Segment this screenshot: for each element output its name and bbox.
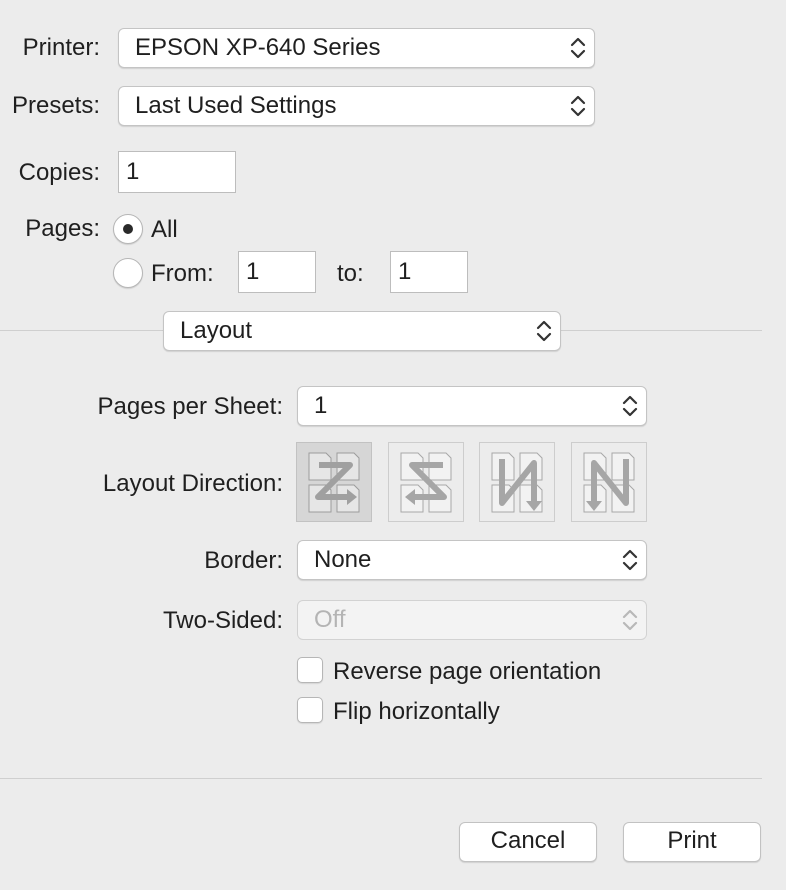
pages-all-radio[interactable]	[113, 214, 143, 244]
chevron-updown-icon	[622, 609, 638, 631]
n-top-bottom-icon	[583, 452, 635, 513]
flip-horizontally-checkbox[interactable]	[297, 697, 323, 723]
pages-from-field[interactable]: 1	[238, 251, 316, 293]
layout-direction-n-reverse-button[interactable]	[479, 442, 555, 522]
chevron-updown-icon	[570, 37, 586, 59]
cancel-button[interactable]: Cancel	[459, 822, 597, 862]
radio-selected-dot	[123, 224, 133, 234]
pages-from-label: From:	[151, 260, 214, 287]
separator	[0, 778, 762, 779]
chevron-updown-icon	[622, 395, 638, 417]
pages-to-field[interactable]: 1	[390, 251, 468, 293]
border-popup[interactable]: None	[297, 540, 647, 580]
layout-direction-s-button[interactable]	[388, 442, 464, 522]
printer-popup[interactable]: EPSON XP-640 Series	[118, 28, 595, 68]
z-left-right-down-icon	[308, 452, 360, 513]
presets-label: Presets:	[11, 92, 100, 119]
pages-to-label: to:	[337, 260, 364, 287]
layout-direction-label: Layout Direction:	[102, 470, 283, 497]
border-label: Border:	[204, 547, 283, 574]
two-sided-label: Two-Sided:	[162, 607, 283, 634]
reverse-orientation-label: Reverse page orientation	[333, 658, 602, 685]
n-reverse-top-bottom-icon	[491, 452, 543, 513]
section-popup[interactable]: Layout	[163, 311, 561, 351]
print-button[interactable]: Print	[623, 822, 761, 862]
copies-label: Copies:	[18, 159, 100, 186]
printer-label: Printer:	[22, 34, 100, 61]
pages-from-radio[interactable]	[113, 258, 143, 288]
pages-per-sheet-value: 1	[314, 392, 328, 419]
flip-horizontally-label: Flip horizontally	[333, 698, 500, 725]
layout-direction-n-button[interactable]	[571, 442, 647, 522]
separator	[0, 330, 163, 331]
presets-value: Last Used Settings	[135, 92, 337, 119]
pages-all-label: All	[151, 216, 178, 243]
presets-popup[interactable]: Last Used Settings	[118, 86, 595, 126]
border-value: None	[314, 546, 372, 573]
two-sided-value: Off	[314, 606, 346, 633]
separator	[561, 330, 762, 331]
reverse-orientation-checkbox[interactable]	[297, 657, 323, 683]
section-value: Layout	[180, 317, 253, 344]
chevron-updown-icon	[536, 320, 552, 342]
pages-label: Pages:	[25, 215, 100, 242]
pages-per-sheet-label: Pages per Sheet:	[97, 393, 283, 420]
layout-direction-z-button[interactable]	[296, 442, 372, 522]
chevron-updown-icon	[570, 95, 586, 117]
s-right-left-down-icon	[400, 452, 452, 513]
pages-per-sheet-popup[interactable]: 1	[297, 386, 647, 426]
copies-field[interactable]: 1	[118, 151, 236, 193]
two-sided-popup: Off	[297, 600, 647, 640]
chevron-updown-icon	[622, 549, 638, 571]
printer-value: EPSON XP-640 Series	[135, 34, 381, 61]
